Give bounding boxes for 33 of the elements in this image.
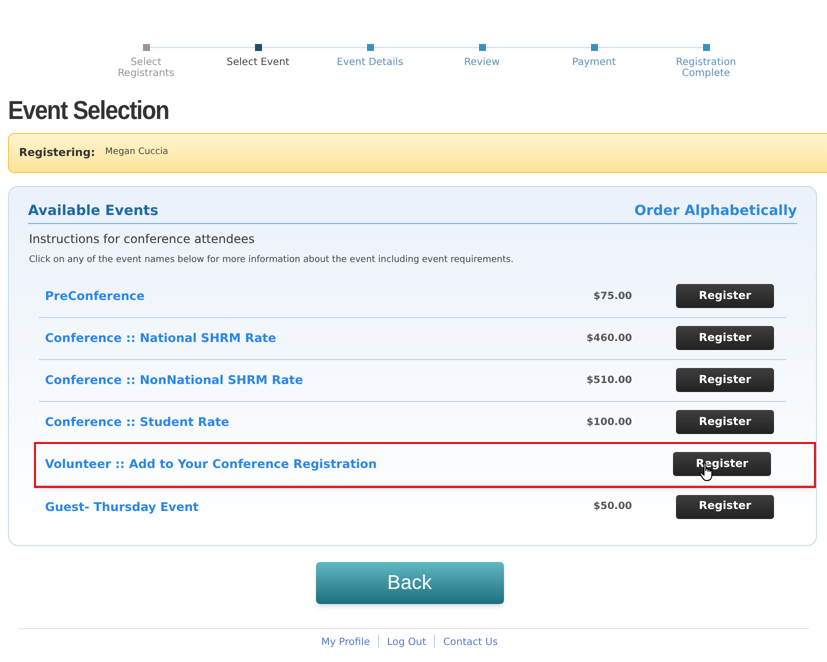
hint-text: Click on any of the event names below for more information about the event including event requirements. — [29, 254, 515, 267]
step-label: Payment — [571, 57, 617, 68]
page-title: Event Selection — [8, 95, 170, 125]
register-button[interactable]: Register — [676, 410, 774, 434]
registering-label: Registering: — [19, 144, 96, 161]
step-label: Event Details — [336, 57, 404, 68]
footer-link[interactable]: My Profile — [321, 635, 370, 650]
step-label: Review — [463, 57, 501, 68]
order-alphabetically-link[interactable]: Order Alphabetically — [634, 201, 797, 222]
event-price: $50.00 — [593, 500, 632, 514]
register-button[interactable]: Register — [676, 284, 774, 308]
step-label: Registration Complete — [674, 57, 738, 79]
event-price: $100.00 — [586, 416, 632, 430]
step-label: Select Event — [226, 57, 290, 68]
footer-link[interactable]: Contact Us — [443, 635, 498, 650]
event-price: $460.00 — [586, 332, 632, 346]
event-name-link[interactable]: PreConference — [39, 287, 594, 305]
event-name-link[interactable]: Conference :: NonNational SHRM Rate — [39, 371, 586, 389]
event-name-link[interactable]: Conference :: Student Rate — [39, 413, 586, 431]
panel-title: Available Events — [28, 202, 158, 221]
back-button[interactable]: Back — [316, 562, 504, 604]
register-button[interactable]: Register — [676, 368, 774, 392]
register-button[interactable]: Register — [676, 326, 774, 350]
register-button[interactable]: Register — [676, 494, 774, 518]
event-name-link[interactable]: Volunteer :: Add to Your Conference Registration — [39, 455, 673, 473]
event-name-link[interactable]: Guest- Thursday Event — [39, 498, 594, 516]
step-label: Select Registrants — [116, 57, 176, 79]
registrant-name: Megan Cuccia — [105, 146, 168, 160]
event-price: $75.00 — [593, 290, 632, 304]
footer-link[interactable]: Log Out — [387, 635, 426, 650]
event-price: $510.00 — [586, 374, 632, 388]
event-name-link[interactable]: Conference :: National SHRM Rate — [39, 329, 586, 347]
instructions-text: Instructions for conference attendees — [29, 231, 256, 248]
